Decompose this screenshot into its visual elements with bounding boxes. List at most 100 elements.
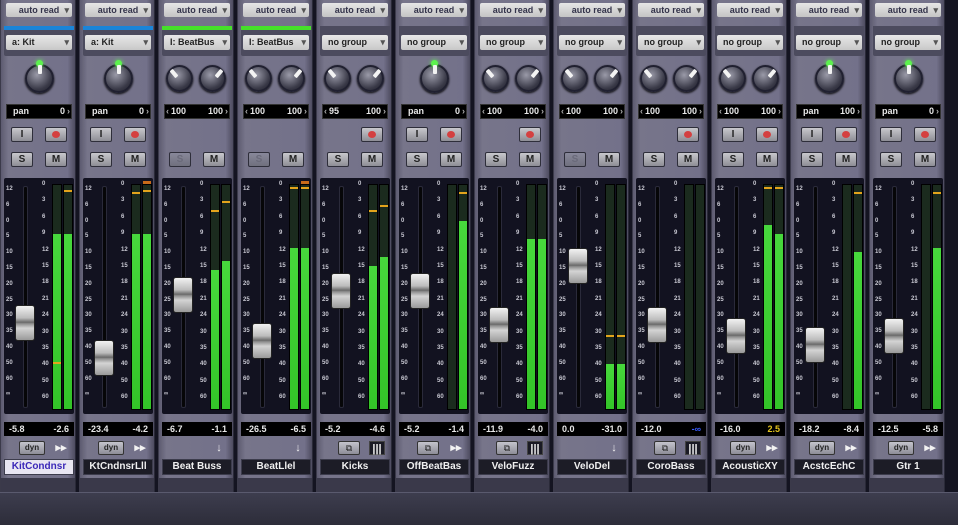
pan-knob[interactable] — [894, 60, 923, 93]
input-monitor-button[interactable]: I — [11, 127, 33, 142]
volume-fader-handle[interactable] — [15, 305, 35, 342]
mute-button[interactable]: M — [361, 152, 383, 167]
pan-knob[interactable] — [25, 60, 54, 93]
automation-mode-select[interactable]: auto read — [480, 3, 546, 17]
track-name[interactable]: BeatLlel — [241, 459, 311, 475]
track-name[interactable]: AcstcEchC — [794, 459, 864, 475]
solo-button[interactable]: S — [406, 152, 428, 167]
dynamics-button[interactable]: dyn — [19, 441, 45, 455]
output-type-icon[interactable]: ▸▸ — [922, 441, 938, 455]
track-name[interactable]: Beat Buss — [162, 459, 232, 475]
track-view-button[interactable]: ⧉ — [496, 441, 518, 455]
automation-mode-select[interactable]: auto read — [6, 3, 72, 17]
pan-knob-right[interactable] — [357, 65, 384, 92]
pan-knob-left[interactable] — [482, 65, 509, 92]
track-name[interactable]: VeloDel — [557, 459, 627, 475]
track-view-button[interactable]: ⧉ — [417, 441, 439, 455]
record-enable-button[interactable] — [914, 127, 936, 142]
dynamics-button[interactable]: dyn — [98, 441, 124, 455]
mute-button[interactable]: M — [45, 152, 67, 167]
solo-button[interactable]: S — [169, 152, 191, 167]
pan-knob-left[interactable] — [561, 65, 588, 92]
solo-button[interactable]: S — [801, 152, 823, 167]
dynamics-button[interactable]: dyn — [888, 441, 914, 455]
track-name[interactable]: Kicks — [320, 459, 390, 475]
output-type-icon[interactable]: ||| — [369, 441, 385, 455]
track-view-button[interactable]: ⧉ — [338, 441, 360, 455]
pan-knob-right[interactable] — [199, 65, 226, 92]
record-enable-button[interactable] — [45, 127, 67, 142]
pan-knob-left[interactable] — [640, 65, 667, 92]
record-enable-button[interactable] — [835, 127, 857, 142]
record-enable-button[interactable] — [756, 127, 778, 142]
group-select[interactable]: a: Kit — [6, 35, 72, 50]
track-name[interactable]: VeloFuzz — [478, 459, 548, 475]
mute-button[interactable]: M — [282, 152, 304, 167]
solo-button[interactable]: S — [11, 152, 33, 167]
automation-mode-select[interactable]: auto read — [638, 3, 704, 17]
mute-button[interactable]: M — [756, 152, 778, 167]
track-name[interactable]: AcousticXY — [715, 459, 785, 475]
automation-mode-select[interactable]: auto read — [322, 3, 388, 17]
track-name[interactable]: Gtr 1 — [873, 459, 943, 475]
dynamics-button[interactable]: dyn — [809, 441, 835, 455]
automation-mode-select[interactable]: auto read — [243, 3, 309, 17]
mute-button[interactable]: M — [835, 152, 857, 167]
bottom-scroll-bar[interactable] — [0, 492, 958, 525]
solo-button[interactable]: S — [722, 152, 744, 167]
automation-mode-select[interactable]: auto read — [559, 3, 625, 17]
automation-mode-select[interactable]: auto read — [717, 3, 783, 17]
group-select[interactable]: I: BeatBus — [164, 35, 230, 50]
automation-mode-select[interactable]: auto read — [164, 3, 230, 17]
group-select[interactable]: no group — [796, 35, 862, 50]
dynamics-button[interactable]: dyn — [730, 441, 756, 455]
volume-fader-handle[interactable] — [568, 247, 588, 284]
pan-knob[interactable] — [104, 60, 133, 93]
pan-knob-right[interactable] — [515, 65, 542, 92]
pan-knob-left[interactable] — [245, 65, 272, 92]
output-type-icon[interactable]: ↓ — [211, 441, 227, 455]
volume-fader-handle[interactable] — [884, 318, 904, 354]
output-type-icon[interactable]: ▸▸ — [53, 441, 69, 455]
solo-button[interactable]: S — [485, 152, 507, 167]
record-enable-button[interactable] — [677, 127, 699, 142]
input-monitor-button[interactable]: I — [722, 127, 744, 142]
output-type-icon[interactable]: ▸▸ — [843, 441, 859, 455]
automation-mode-select[interactable]: auto read — [401, 3, 467, 17]
volume-fader-handle[interactable] — [331, 273, 351, 309]
pan-knob-right[interactable] — [594, 65, 621, 92]
solo-button[interactable]: S — [880, 152, 902, 167]
track-view-button[interactable]: ⧉ — [654, 441, 676, 455]
volume-fader-handle[interactable] — [252, 323, 272, 360]
pan-knob-right[interactable] — [278, 65, 305, 92]
record-enable-button[interactable] — [361, 127, 383, 142]
solo-button[interactable]: S — [327, 152, 349, 167]
output-type-icon[interactable]: ↓ — [290, 441, 306, 455]
track-name[interactable]: KitCondnsr — [4, 459, 74, 475]
pan-knob-right[interactable] — [752, 65, 779, 92]
solo-button[interactable]: S — [90, 152, 112, 167]
output-type-icon[interactable]: ||| — [685, 441, 701, 455]
record-enable-button[interactable] — [124, 127, 146, 142]
record-enable-button[interactable] — [519, 127, 541, 142]
input-monitor-button[interactable]: I — [406, 127, 428, 142]
pan-knob[interactable] — [420, 60, 449, 93]
group-select[interactable]: no group — [875, 35, 941, 50]
mute-button[interactable]: M — [203, 152, 225, 167]
group-select[interactable]: a: Kit — [85, 35, 151, 50]
pan-knob-left[interactable] — [324, 65, 351, 92]
group-select[interactable]: no group — [559, 35, 625, 50]
track-name[interactable]: KtCndnsrLll — [83, 459, 153, 475]
automation-mode-select[interactable]: auto read — [875, 3, 941, 17]
pan-knob-right[interactable] — [673, 65, 700, 92]
solo-button[interactable]: S — [564, 152, 586, 167]
mute-button[interactable]: M — [519, 152, 541, 167]
group-select[interactable]: no group — [322, 35, 388, 50]
pan-knob[interactable] — [815, 60, 844, 93]
mute-button[interactable]: M — [124, 152, 146, 167]
record-enable-button[interactable] — [440, 127, 462, 142]
input-monitor-button[interactable]: I — [90, 127, 112, 142]
mute-button[interactable]: M — [598, 152, 620, 167]
volume-fader-handle[interactable] — [410, 273, 430, 309]
output-type-icon[interactable]: ▸▸ — [448, 441, 464, 455]
